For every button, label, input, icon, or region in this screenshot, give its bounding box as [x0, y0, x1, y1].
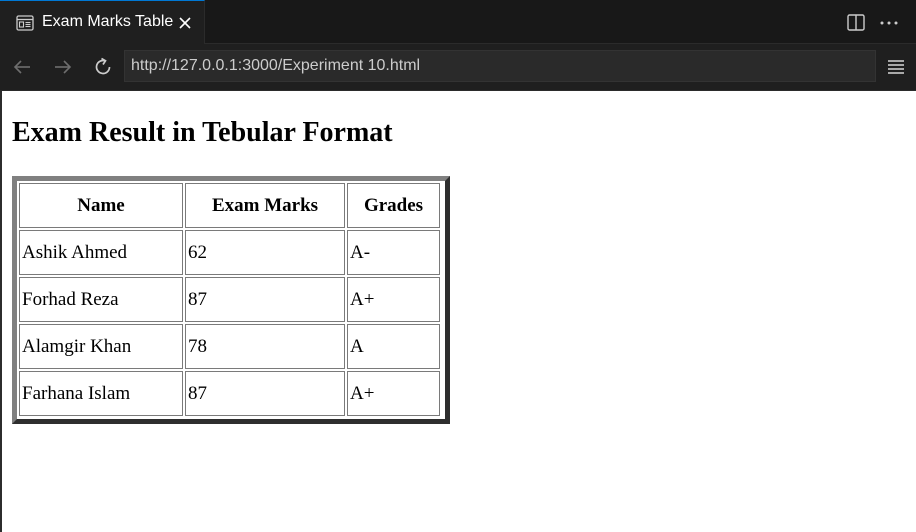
cell-grade: A — [347, 324, 440, 369]
cell-name: Farhana Islam — [19, 371, 183, 416]
url-input[interactable]: http://127.0.0.1:3000/Experiment 10.html — [124, 50, 876, 82]
table-row: Forhad Reza 87 A+ — [19, 277, 440, 322]
forward-arrow-icon[interactable] — [52, 56, 74, 78]
cell-grade: A+ — [347, 277, 440, 322]
cell-marks: 78 — [185, 324, 345, 369]
column-header-grades: Grades — [347, 183, 440, 228]
more-actions-icon[interactable] — [879, 14, 899, 31]
tab-title: Exam Marks Table — [42, 13, 174, 30]
marks-table-container: Name Exam Marks Grades Ashik Ahmed 62 A-… — [12, 176, 450, 424]
tab-exam-marks[interactable]: Exam Marks Table — [0, 0, 205, 44]
back-arrow-icon[interactable] — [11, 56, 33, 78]
preview-icon — [16, 15, 34, 31]
table-row: Alamgir Khan 78 A — [19, 324, 440, 369]
page-content: Exam Result in Tebular Format Name Exam … — [0, 91, 916, 532]
tab-bar: Exam Marks Table — [0, 0, 916, 44]
cell-name: Ashik Ahmed — [19, 230, 183, 275]
table-row: Ashik Ahmed 62 A- — [19, 230, 440, 275]
navigation-bar: http://127.0.0.1:3000/Experiment 10.html — [0, 44, 916, 91]
window-edge — [0, 91, 2, 532]
cell-marks: 87 — [185, 277, 345, 322]
reload-icon[interactable] — [92, 56, 114, 78]
cell-marks: 87 — [185, 371, 345, 416]
close-icon[interactable] — [178, 16, 192, 30]
column-header-name: Name — [19, 183, 183, 228]
column-header-exam-marks: Exam Marks — [185, 183, 345, 228]
cell-name: Forhad Reza — [19, 277, 183, 322]
page-title: Exam Result in Tebular Format — [12, 117, 393, 148]
cell-name: Alamgir Khan — [19, 324, 183, 369]
url-text: http://127.0.0.1:3000/Experiment 10.html — [131, 57, 421, 74]
cell-grade: A+ — [347, 371, 440, 416]
cell-grade: A- — [347, 230, 440, 275]
cell-marks: 62 — [185, 230, 345, 275]
table-row: Farhana Islam 87 A+ — [19, 371, 440, 416]
split-editor-icon[interactable] — [847, 14, 865, 31]
marks-table: Name Exam Marks Grades Ashik Ahmed 62 A-… — [17, 181, 442, 418]
menu-icon[interactable] — [886, 57, 906, 77]
table-header-row: Name Exam Marks Grades — [19, 183, 440, 228]
